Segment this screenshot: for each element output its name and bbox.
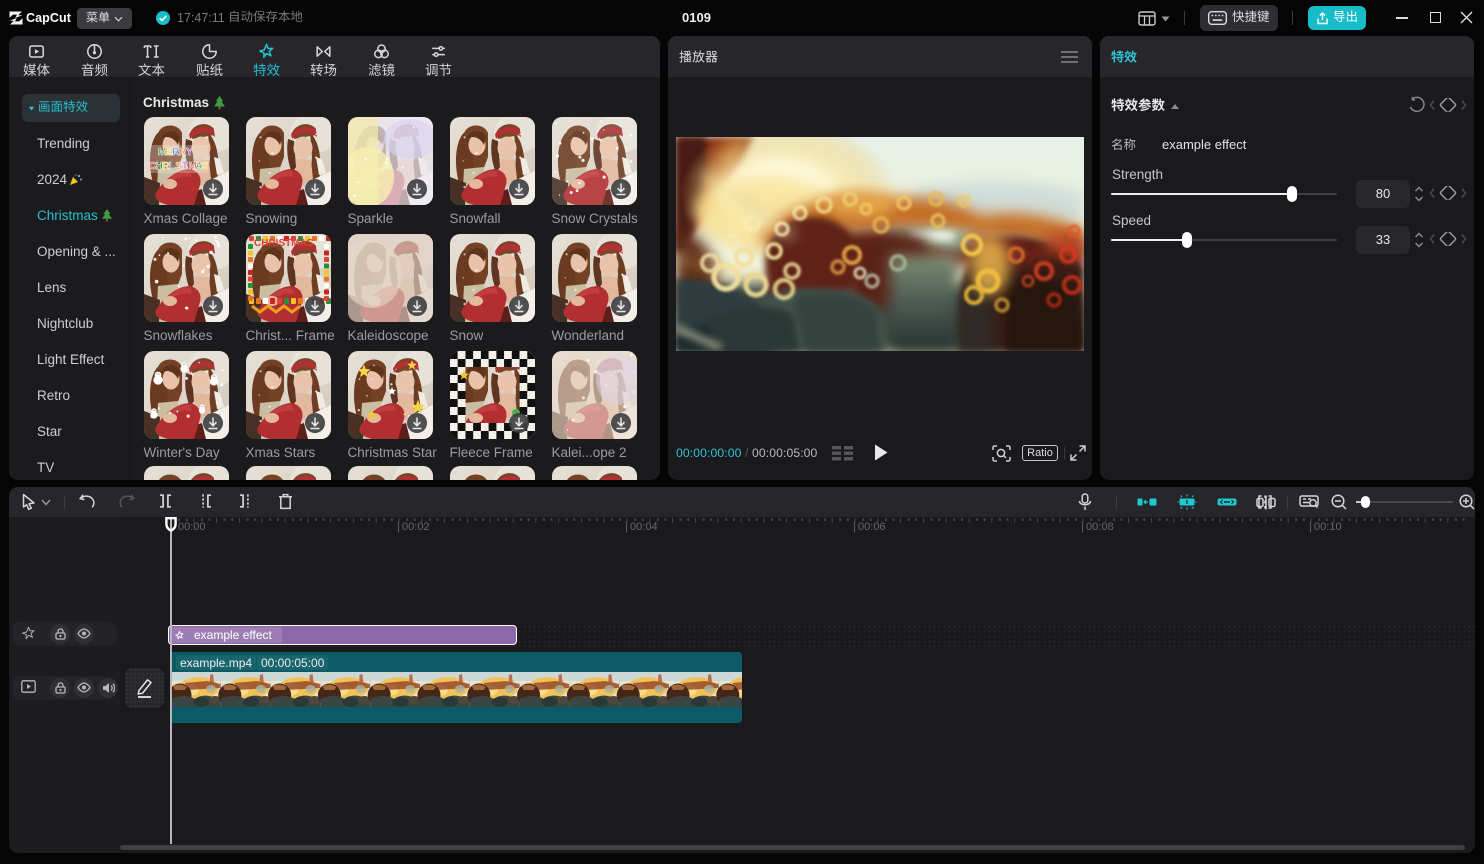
- svg-text:E: E: [165, 147, 172, 158]
- svg-text:S: S: [201, 161, 208, 172]
- svg-text:Y: Y: [186, 147, 193, 158]
- svg-text:CHRISTMAS: CHRISTMAS: [254, 238, 314, 249]
- svg-text:I: I: [168, 161, 171, 172]
- svg-text:T: T: [182, 161, 188, 172]
